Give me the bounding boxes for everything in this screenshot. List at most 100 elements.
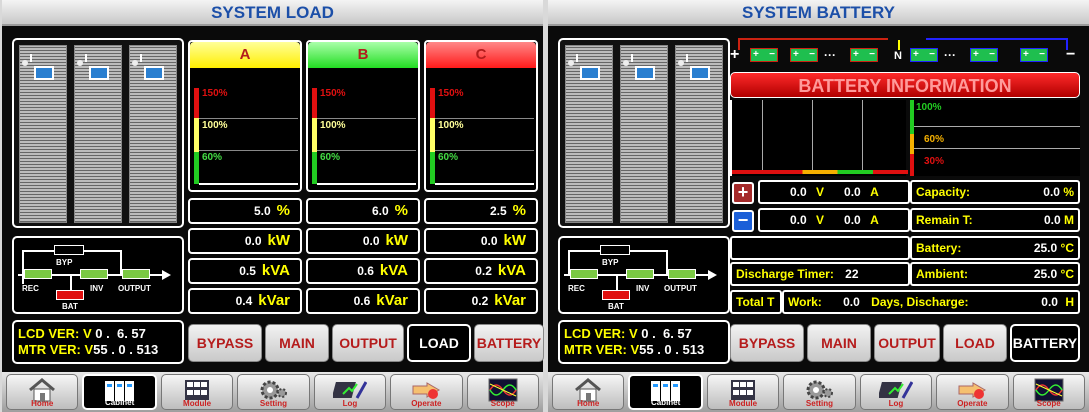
version-info: LCD VER: V 0 . 6. 57 MTR VER: V55 . 0 . … <box>12 320 184 364</box>
output-label: OUTPUT <box>118 284 151 293</box>
power-flow-diagram: BYP REC INV OUTPUT BAT <box>12 236 184 314</box>
bypass-block <box>600 245 630 255</box>
cabinet-rack <box>675 45 723 223</box>
tab-bypass[interactable]: BYPASS <box>188 324 262 362</box>
negative-button[interactable]: − <box>732 210 754 232</box>
battery-cell: + − <box>850 48 878 62</box>
nav-module[interactable]: Module <box>160 374 234 410</box>
phase-b-load-pct: 6.0% <box>306 198 420 224</box>
arrow-right-icon <box>708 270 717 280</box>
phase-c-kw: 0.0 kW <box>424 228 538 254</box>
battery-level-gauge: 100% 60% 30% <box>910 100 1080 176</box>
system-battery-panel: SYSTEM BATTERY BYP REC INV OUTPUT BAT LC… <box>548 0 1089 412</box>
cell-ellipsis: ··· <box>824 48 836 62</box>
nav-module[interactable]: Module <box>706 374 780 410</box>
version-info: LCD VER: V 0 . 6. 57 MTR VER: V55 . 0 . … <box>558 320 730 364</box>
view-tabs: BYPASS MAIN OUTPUT LOAD BATTERY <box>730 324 1080 362</box>
byp-label: BYP <box>56 258 73 267</box>
battery-block <box>602 290 630 300</box>
battery-cell: + − <box>1020 48 1048 62</box>
tab-main[interactable]: MAIN <box>807 324 871 362</box>
view-tabs: BYPASS MAIN OUTPUT LOAD BATTERY <box>188 324 544 362</box>
tab-output[interactable]: OUTPUT <box>332 324 404 362</box>
page-title: SYSTEM LOAD <box>2 0 543 26</box>
phase-a-kva: 0.5 kVA <box>188 258 302 284</box>
phase-b-kvar: 0.6 kVar <box>306 288 420 314</box>
phase-b-kw: 0.0 kW <box>306 228 420 254</box>
system-load-panel: SYSTEM LOAD BYP REC INV OUTPUT BAT LCD V… <box>2 0 544 412</box>
rec-label: REC <box>568 284 585 293</box>
nav-setting[interactable]: Setting <box>237 374 310 410</box>
phase-a-kvar: 0.4 kVar <box>188 288 302 314</box>
nav-setting[interactable]: Setting <box>783 374 856 410</box>
nav-scope[interactable]: Scope <box>1012 374 1085 410</box>
battery-string-diagram: + − + − + − ··· + − N + − ··· + − + − <box>730 30 1080 68</box>
phase-c-load-pct: 2.5% <box>424 198 538 224</box>
phase-b-panel: B 150% 100% 60% <box>306 40 420 192</box>
cell-ellipsis: ··· <box>944 48 956 62</box>
phase-c-header: C <box>426 42 536 68</box>
battery-info-header: BATTERY INFORMATION <box>730 72 1080 98</box>
bat-label: BAT <box>608 302 624 311</box>
tab-load[interactable]: LOAD <box>407 324 471 362</box>
phase-a-kw: 0.0 kW <box>188 228 302 254</box>
phase-b-header: B <box>308 42 418 68</box>
cabinet-rack <box>565 45 613 223</box>
nav-home[interactable]: Home <box>552 374 625 410</box>
cabinet-view <box>12 38 184 228</box>
output-label: OUTPUT <box>664 284 697 293</box>
positive-button[interactable]: + <box>732 182 754 204</box>
negative-string-readout: 0.0 V 0.0 A <box>758 208 910 232</box>
battery-temp-field: Battery: 25.0 °C <box>910 236 1080 260</box>
nav-operate[interactable]: Operate <box>936 374 1009 410</box>
nav-scope[interactable]: Scope <box>466 374 539 410</box>
inverter-block <box>80 269 108 279</box>
tab-battery[interactable]: BATTERY <box>474 324 544 362</box>
phase-c-meter: 150% 100% 60% <box>430 88 534 185</box>
empty-cell <box>730 236 910 260</box>
cabinet-rack <box>19 45 67 223</box>
phase-b-meter: 150% 100% 60% <box>312 88 416 185</box>
battery-cell: + − <box>790 48 818 62</box>
nav-home[interactable]: Home <box>6 374 79 410</box>
bypass-block <box>54 245 84 255</box>
output-block <box>122 269 150 279</box>
battery-cell: + − <box>750 48 778 62</box>
total-time-label: Total T <box>730 290 782 314</box>
cabinet-view <box>558 38 730 228</box>
nav-cabinet[interactable]: Cabinet <box>628 374 703 410</box>
nav-operate[interactable]: Operate <box>390 374 463 410</box>
phase-a-load-pct: 5.0% <box>188 198 302 224</box>
tab-main[interactable]: MAIN <box>265 324 329 362</box>
inv-label: INV <box>90 284 104 293</box>
bat-label: BAT <box>62 302 78 311</box>
nav-log[interactable]: Log <box>313 374 387 410</box>
tab-load[interactable]: LOAD <box>943 324 1007 362</box>
phase-b-kva: 0.6 kVA <box>306 258 420 284</box>
total-time-field: Work: 0.0 Days, Discharge: 0.0 H <box>782 290 1080 314</box>
nav-cabinet[interactable]: Cabinet <box>82 374 157 410</box>
positive-string-readout: 0.0 V 0.0 A <box>758 180 910 204</box>
output-block <box>668 269 696 279</box>
phase-c-panel: C 150% 100% 60% <box>424 40 538 192</box>
remain-time-field: Remain T: 0.0 M <box>910 208 1080 232</box>
phase-a-header: A <box>190 42 300 68</box>
arrow-right-icon <box>162 270 171 280</box>
tab-bypass[interactable]: BYPASS <box>730 324 804 362</box>
page-title: SYSTEM BATTERY <box>548 0 1089 26</box>
phase-a-panel: A 150% 100% 60% <box>188 40 302 192</box>
phase-c-kva: 0.2 kVA <box>424 258 538 284</box>
inv-label: INV <box>636 284 650 293</box>
power-flow-diagram: BYP REC INV OUTPUT BAT <box>558 236 730 314</box>
rectifier-block <box>24 269 52 279</box>
neutral-label: N <box>894 50 902 62</box>
battery-trend-chart <box>730 100 908 176</box>
nav-log[interactable]: Log <box>859 374 933 410</box>
tab-output[interactable]: OUTPUT <box>874 324 940 362</box>
battery-cell: + − <box>910 48 938 62</box>
rec-label: REC <box>22 284 39 293</box>
battery-cell: + − <box>970 48 998 62</box>
tab-battery[interactable]: BATTERY <box>1010 324 1080 362</box>
mark-30: 30% <box>924 156 945 167</box>
bottom-nav: Home Cabinet Module Setting Log Operate … <box>548 372 1089 412</box>
